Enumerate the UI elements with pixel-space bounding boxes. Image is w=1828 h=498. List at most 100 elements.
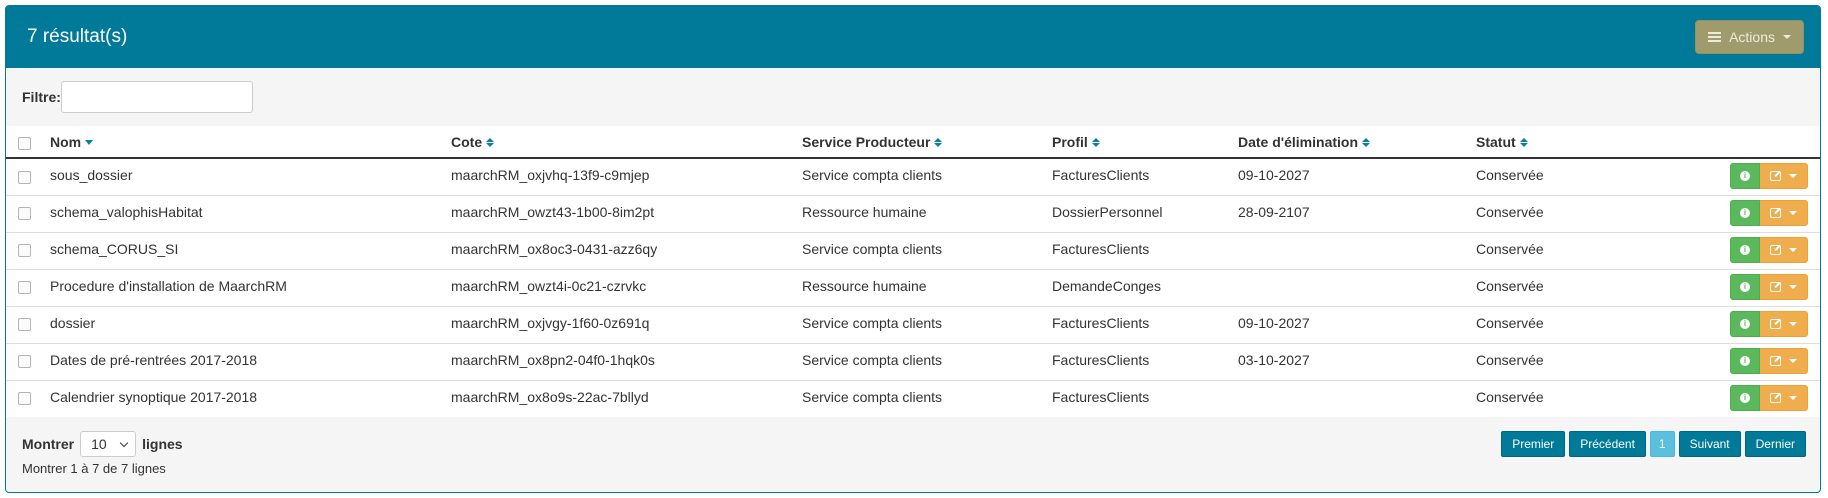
edit-dropdown-button[interactable] (1760, 236, 1808, 263)
row-profil: FacturesClients (1052, 342, 1238, 380)
info-button[interactable]: i (1730, 273, 1760, 300)
pagination-first-button[interactable]: Premier (1501, 431, 1566, 457)
info-icon: i (1740, 171, 1750, 181)
row-statut: Conservée (1476, 231, 1709, 269)
column-header-cote[interactable]: Cote (451, 126, 802, 159)
row-cote: maarchRM_oxjvgy-1f60-0z691q (451, 305, 802, 343)
caret-down-icon (1789, 358, 1797, 363)
row-actions-cell: i (1709, 342, 1820, 380)
table-row[interactable]: Calendrier synoptique 2017-2018 maarchRM_… (6, 379, 1820, 417)
column-header-service[interactable]: Service Producteur (802, 126, 1052, 159)
sort-desc-icon (85, 140, 94, 146)
select-all-header (6, 126, 50, 159)
table-row[interactable]: sous_dossier maarchRM_oxjvhq-13f9-c9mjep S… (6, 158, 1820, 195)
column-label-nom: Nom (50, 133, 82, 150)
row-actions-cell: i (1709, 305, 1820, 343)
row-statut: Conservée (1476, 379, 1709, 417)
column-header-nom[interactable]: Nom (50, 126, 451, 159)
edit-dropdown-button[interactable] (1760, 163, 1808, 189)
caret-down-icon (1789, 395, 1797, 400)
info-button[interactable]: i (1730, 347, 1760, 374)
table-header-row: Nom Cote Service Producteur Profil Date … (6, 126, 1820, 159)
row-actions-cell: i (1709, 231, 1820, 269)
row-actions-cell: i (1709, 194, 1820, 232)
info-button[interactable]: i (1730, 236, 1760, 263)
results-count-title: 7 résultat(s) (27, 26, 128, 47)
actions-dropdown-button[interactable]: Actions (1695, 20, 1804, 54)
row-cote: maarchRM_owzt4i-0c21-czrvkc (451, 268, 802, 306)
row-actions-cell: i (1709, 379, 1820, 417)
info-button[interactable]: i (1730, 163, 1760, 189)
table-info: Montrer 1 à 7 de 7 lignes (22, 461, 166, 476)
filter-label: Filtre: (22, 89, 61, 105)
row-nom: Procedure d'installation de MaarchRM (50, 268, 451, 306)
info-icon: i (1740, 207, 1750, 218)
table-row[interactable]: Procedure d'installation de MaarchRM maar… (6, 268, 1820, 306)
row-statut: Conservée (1476, 305, 1709, 343)
edit-dropdown-button[interactable] (1760, 199, 1808, 226)
row-checkbox[interactable] (18, 170, 31, 184)
row-select-cell (6, 231, 50, 269)
info-button[interactable]: i (1730, 384, 1760, 411)
row-action-group: i (1730, 273, 1808, 300)
hamburger-icon (1708, 32, 1722, 42)
pagination-previous-button[interactable]: Précédent (1569, 431, 1646, 457)
row-profil: FacturesClients (1052, 305, 1238, 343)
table-row[interactable]: schema_valophisHabitat maarchRM_owzt43-1b… (6, 194, 1820, 232)
pagination-next-button[interactable]: Suivant (1678, 431, 1741, 457)
row-checkbox[interactable] (18, 207, 31, 221)
info-icon: i (1740, 244, 1750, 255)
filter-row: Filtre: (6, 68, 1820, 126)
info-icon: i (1740, 392, 1750, 403)
row-action-group: i (1730, 163, 1808, 189)
row-profil: FacturesClients (1052, 231, 1238, 269)
row-checkbox[interactable] (18, 244, 31, 258)
row-checkbox[interactable] (18, 355, 31, 369)
page-size-select[interactable]: 10 (80, 431, 137, 457)
sort-icon (1362, 138, 1371, 148)
edit-dropdown-button[interactable] (1760, 384, 1808, 411)
edit-dropdown-button[interactable] (1760, 273, 1808, 300)
row-nom: dossier (50, 305, 451, 343)
edit-icon (1770, 392, 1781, 403)
pagination-last-button[interactable]: Dernier (1744, 431, 1806, 457)
info-button[interactable]: i (1730, 199, 1760, 226)
row-service: Service compta clients (802, 342, 1052, 380)
select-all-checkbox[interactable] (18, 136, 31, 150)
edit-dropdown-button[interactable] (1760, 310, 1808, 337)
column-header-statut[interactable]: Statut (1476, 126, 1709, 159)
row-checkbox[interactable] (18, 318, 31, 332)
row-select-cell (6, 194, 50, 232)
panel-heading: 7 résultat(s) Actions (6, 6, 1820, 68)
edit-icon (1770, 355, 1781, 366)
info-button[interactable]: i (1730, 310, 1760, 337)
row-service: Service compta clients (802, 305, 1052, 343)
info-icon: i (1740, 281, 1750, 292)
row-action-group: i (1730, 384, 1808, 411)
results-table: Nom Cote Service Producteur Profil Date … (6, 126, 1820, 417)
row-service: Service compta clients (802, 231, 1052, 269)
edit-dropdown-button[interactable] (1760, 347, 1808, 374)
row-profil: DossierPersonnel (1052, 194, 1238, 232)
row-nom: schema_valophisHabitat (50, 194, 451, 232)
row-checkbox[interactable] (18, 281, 31, 295)
row-date: 28-09-2107 (1238, 194, 1476, 232)
column-header-profil[interactable]: Profil (1052, 126, 1238, 159)
caret-down-icon (1783, 35, 1791, 39)
row-checkbox[interactable] (18, 392, 31, 406)
row-action-group: i (1730, 236, 1808, 263)
table-row[interactable]: Dates de pré-rentrées 2017-2018 maarchRM_… (6, 342, 1820, 380)
filter-input[interactable] (60, 81, 253, 113)
row-cote: maarchRM_ox8o9s-22ac-7bllyd (451, 379, 802, 417)
table-row[interactable]: dossier maarchRM_oxjvgy-1f60-0z691q Servic… (6, 305, 1820, 343)
table-row[interactable]: schema_CORUS_SI maarchRM_ox8oc3-0431-azz6… (6, 231, 1820, 269)
row-nom: Calendrier synoptique 2017-2018 (50, 379, 451, 417)
row-profil: FacturesClients (1052, 379, 1238, 417)
caret-down-icon (1789, 321, 1797, 326)
column-label-date: Date d'élimination (1238, 133, 1359, 150)
row-date (1238, 268, 1476, 306)
row-date: 03-10-2027 (1238, 342, 1476, 380)
column-header-date[interactable]: Date d'élimination (1238, 126, 1476, 159)
chevron-down-icon (119, 438, 129, 447)
pagination-page-button[interactable]: 1 (1649, 431, 1675, 457)
